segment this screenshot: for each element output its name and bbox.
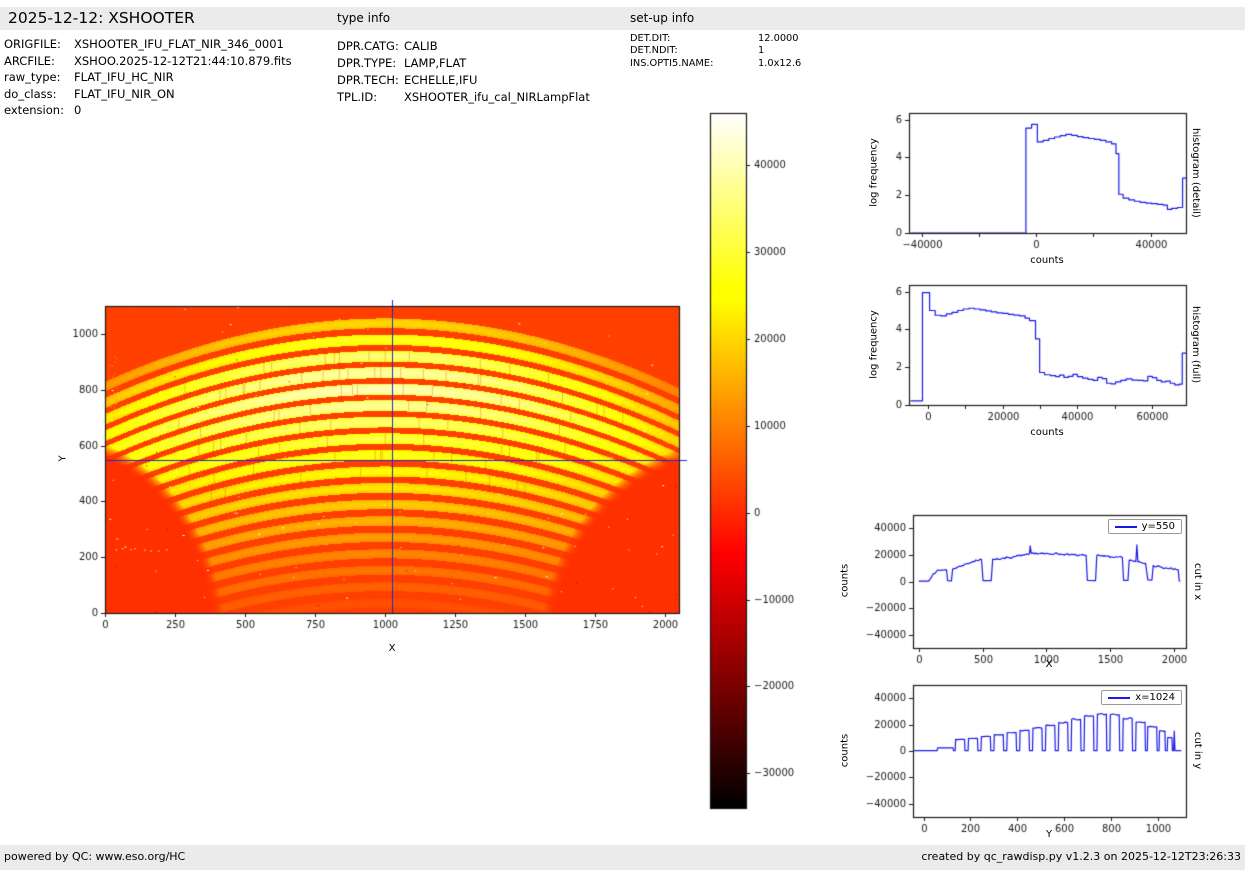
cut-x-xlabel: X bbox=[1029, 659, 1069, 670]
info-value: 12.0000 bbox=[758, 33, 799, 45]
info-row: DET.DIT: 12.0000 bbox=[630, 33, 801, 45]
info-value: XSHOOTER_IFU_FLAT_NIR_346_0001 bbox=[74, 36, 284, 53]
info-label: DET.NDIT: bbox=[630, 45, 758, 57]
info-row: DPR.CATG: CALIB bbox=[337, 38, 590, 55]
main-ylabel: Y bbox=[58, 439, 69, 479]
info-value: XSHOO.2025-12-12T21:44:10.879.fits bbox=[74, 53, 292, 70]
main-xlabel: X bbox=[372, 643, 412, 654]
info-row: extension: 0 bbox=[4, 102, 292, 119]
info-value: 1 bbox=[758, 45, 764, 57]
info-row: DPR.TYPE: LAMP,FLAT bbox=[337, 55, 590, 72]
type-info-title: type info bbox=[337, 7, 390, 30]
info-label: DET.DIT: bbox=[630, 33, 758, 45]
info-value: CALIB bbox=[404, 38, 438, 55]
info-label: DPR.CATG: bbox=[337, 38, 404, 55]
info-label: DPR.TECH: bbox=[337, 72, 404, 89]
footer-bar: powered by QC: www.eso.org/HC created by… bbox=[0, 845, 1245, 870]
info-value: FLAT_IFU_NIR_ON bbox=[74, 86, 175, 103]
info-row: do_class: FLAT_IFU_NIR_ON bbox=[4, 86, 292, 103]
info-value: ECHELLE,IFU bbox=[404, 72, 477, 89]
info-label: ORIGFILE: bbox=[4, 36, 74, 53]
info-label: do_class: bbox=[4, 86, 74, 103]
qc-report-page: 2025-12-12: XSHOOTER type info set-up in… bbox=[0, 0, 1245, 870]
info-label: DPR.TYPE: bbox=[337, 55, 404, 72]
type-info-block: DPR.CATG: CALIB DPR.TYPE: LAMP,FLAT DPR.… bbox=[337, 38, 590, 106]
footer-created-by: created by qc_rawdisp.py v1.2.3 on 2025-… bbox=[921, 845, 1241, 869]
info-row: TPL.ID: XSHOOTER_ifu_cal_NIRLampFlat bbox=[337, 89, 590, 106]
page-title: 2025-12-12: XSHOOTER bbox=[8, 7, 195, 30]
info-value: FLAT_IFU_HC_NIR bbox=[74, 69, 174, 86]
info-label: raw_type: bbox=[4, 69, 74, 86]
file-info-block: ORIGFILE: XSHOOTER_IFU_FLAT_NIR_346_0001… bbox=[4, 36, 292, 119]
info-label: ARCFILE: bbox=[4, 53, 74, 70]
info-row: INS.OPTI5.NAME: 1.0x12.6 bbox=[630, 58, 801, 70]
cut-y-ylabel: counts bbox=[840, 711, 851, 791]
info-row: ORIGFILE: XSHOOTER_IFU_FLAT_NIR_346_0001 bbox=[4, 36, 292, 53]
info-value: XSHOOTER_ifu_cal_NIRLampFlat bbox=[404, 89, 590, 106]
hist-full-side-label: histogram (full) bbox=[1190, 285, 1201, 405]
setup-info-title: set-up info bbox=[630, 7, 694, 30]
cut-x-side-label: cut in x bbox=[1192, 515, 1203, 648]
info-row: raw_type: FLAT_IFU_HC_NIR bbox=[4, 69, 292, 86]
info-row: DET.NDIT: 1 bbox=[630, 45, 801, 57]
info-value: 1.0x12.6 bbox=[758, 58, 801, 70]
header-bar: 2025-12-12: XSHOOTER type info set-up in… bbox=[0, 7, 1245, 30]
info-label: INS.OPTI5.NAME: bbox=[630, 58, 758, 70]
hist-detail-side-label: histogram (detail) bbox=[1190, 113, 1201, 233]
hist-full-ylabel: log frequency bbox=[869, 295, 880, 395]
cut-y-side-label: cut in y bbox=[1192, 685, 1203, 817]
hist-full-xlabel: counts bbox=[1007, 427, 1087, 438]
cut-y-xlabel: Y bbox=[1029, 829, 1069, 840]
info-value: 0 bbox=[74, 102, 81, 119]
legend-line-sample bbox=[1115, 526, 1137, 528]
hist-detail-xlabel: counts bbox=[1007, 255, 1087, 266]
info-label: TPL.ID: bbox=[337, 89, 404, 106]
cut-x-legend: y=550 bbox=[1108, 519, 1182, 534]
info-row: DPR.TECH: ECHELLE,IFU bbox=[337, 72, 590, 89]
legend-line-sample bbox=[1108, 697, 1130, 699]
cut-x-ylabel: counts bbox=[840, 541, 851, 621]
footer-powered-by: powered by QC: www.eso.org/HC bbox=[4, 845, 185, 869]
cut-y-legend: x=1024 bbox=[1101, 690, 1182, 705]
info-row: ARCFILE: XSHOO.2025-12-12T21:44:10.879.f… bbox=[4, 53, 292, 70]
hist-detail-ylabel: log frequency bbox=[869, 123, 880, 223]
info-value: LAMP,FLAT bbox=[404, 55, 466, 72]
info-label: extension: bbox=[4, 102, 74, 119]
cut-x-legend-label: y=550 bbox=[1142, 521, 1175, 532]
cut-y-legend-label: x=1024 bbox=[1135, 692, 1175, 703]
setup-info-block: DET.DIT: 12.0000 DET.NDIT: 1 INS.OPTI5.N… bbox=[630, 33, 801, 70]
